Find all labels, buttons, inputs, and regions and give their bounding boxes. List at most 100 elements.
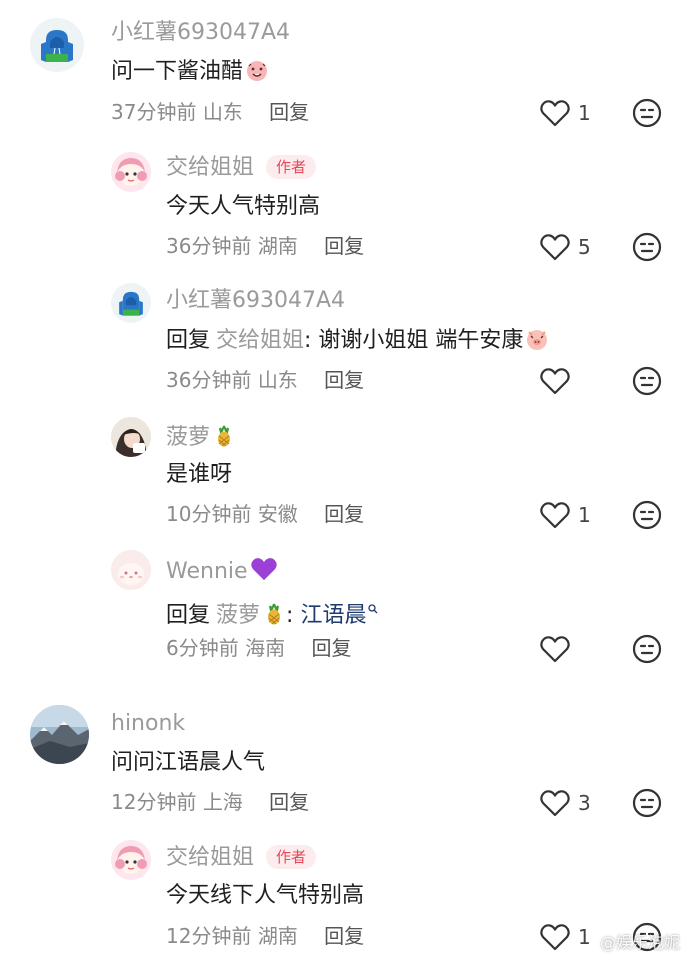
reply-button[interactable]: 回复 — [269, 790, 309, 814]
neutral-face-icon[interactable] — [632, 98, 662, 128]
reply-target-name[interactable]: 菠萝 — [216, 603, 260, 628]
author-badge: 作者 — [266, 155, 317, 179]
reply-button[interactable]: 回复 — [324, 502, 364, 526]
comment-author-name: 交给姐姐 作者 — [166, 155, 317, 181]
crying-laughing-emoji-icon — [245, 58, 269, 82]
comment-5: Wennie 回复 菠萝 : 江语晨 6分钟前 海南 回复 — [0, 537, 690, 687]
comment-location: 上海 — [202, 790, 243, 814]
reply-target-name[interactable]: 交给姐姐 — [216, 328, 304, 353]
comment-1: 小红薯693047A4 问一下酱油醋 37分钟前 山东 回复 1 — [0, 0, 690, 135]
comment-location: 山东 — [257, 368, 298, 392]
like-button[interactable]: 1 — [540, 98, 591, 128]
like-count: 5 — [578, 235, 591, 259]
author-badge: 作者 — [266, 845, 317, 869]
like-button[interactable]: 1 — [540, 922, 591, 952]
comment-6: hinonk 问问江语晨人气 12分钟前 上海 回复 3 — [0, 687, 690, 825]
comment-location: 安徽 — [257, 502, 298, 526]
comment-text: 问一下酱油醋 — [111, 58, 269, 86]
anime-girl-avatar-icon[interactable] — [111, 840, 151, 880]
comment-author-name[interactable]: 小红薯693047A4 — [166, 288, 345, 314]
purple-heart-emoji-icon — [250, 556, 278, 582]
comment-2: 交给姐姐 作者 今天人气特别高 36分钟前 湖南 回复 5 — [0, 135, 690, 270]
heart-outline-icon — [540, 636, 570, 663]
comment-author-name: 菠萝 — [166, 424, 236, 451]
comment-author-name: Wennie — [166, 556, 278, 585]
comment-text: 回复 菠萝 : 江语晨 — [166, 594, 378, 630]
anime-girl-avatar-icon[interactable] — [111, 152, 151, 192]
heart-outline-icon — [540, 790, 570, 817]
neutral-face-icon[interactable] — [632, 788, 662, 818]
weibo-watermark: @娱乐泡妮 — [599, 933, 680, 952]
comment-text: 今天线下人气特别高 — [166, 883, 365, 908]
comment-7: 交给姐姐 作者 今天线下人气特别高 12分钟前 湖南 回复 1 — [0, 825, 690, 963]
comment-time: 36分钟前 — [166, 368, 252, 392]
comment-meta: 10分钟前 安徽 回复 — [166, 502, 364, 526]
like-count: 1 — [578, 925, 591, 949]
comment-location: 山东 — [202, 100, 243, 124]
comment-meta: 36分钟前 湖南 回复 — [166, 234, 364, 258]
mountain-photo-avatar-icon[interactable] — [30, 705, 89, 764]
comment-time: 12分钟前 — [166, 924, 252, 948]
author-name-text[interactable]: 交给姐姐 — [166, 155, 254, 180]
comment-location: 湖南 — [257, 924, 298, 948]
comment-3: 小红薯693047A4 回复 交给姐姐: 谢谢小姐姐 端午安康 36分钟前 山东 … — [0, 270, 690, 403]
pineapple-emoji-icon — [212, 424, 236, 448]
author-name-text[interactable]: Wennie — [166, 559, 248, 584]
comment-text-content: 问一下酱油醋 — [111, 59, 244, 84]
like-button[interactable] — [540, 634, 578, 664]
heart-outline-icon — [540, 368, 570, 395]
comment-time: 10分钟前 — [166, 502, 252, 526]
comment-meta: 36分钟前 山东 回复 — [166, 368, 364, 392]
like-count: 3 — [578, 791, 591, 815]
comment-time: 6分钟前 — [166, 636, 239, 660]
comment-text-content: : 谢谢小姐姐 端午安康 — [304, 328, 524, 353]
author-name-text[interactable]: 交给姐姐 — [166, 845, 254, 870]
like-button[interactable] — [540, 366, 578, 396]
reply-button[interactable]: 回复 — [269, 100, 309, 124]
reply-button[interactable]: 回复 — [324, 234, 364, 258]
girl-photo-avatar-icon[interactable] — [111, 417, 151, 457]
heart-outline-icon — [540, 100, 570, 127]
heart-outline-icon — [540, 502, 570, 529]
comment-text: 今天人气特别高 — [166, 194, 321, 219]
reply-prefix: 回复 — [166, 328, 211, 353]
reply-button[interactable]: 回复 — [324, 368, 364, 392]
comment-time: 36分钟前 — [166, 234, 252, 258]
comment-time: 37分钟前 — [111, 100, 197, 124]
neutral-face-icon[interactable] — [632, 366, 662, 396]
comment-meta: 12分钟前 湖南 回复 — [166, 924, 364, 948]
neutral-face-icon[interactable] — [632, 500, 662, 530]
comment-author-name[interactable]: 小红薯693047A4 — [111, 20, 290, 46]
comment-location: 海南 — [245, 636, 286, 660]
cute-character-avatar-icon[interactable] — [111, 550, 151, 590]
like-button[interactable]: 5 — [540, 232, 591, 262]
heart-outline-icon — [540, 924, 570, 951]
mention-link[interactable]: 江语晨 — [300, 603, 366, 628]
like-count: 1 — [578, 503, 591, 527]
comment-text: 回复 交给姐姐: 谢谢小姐姐 端午安康 — [166, 327, 549, 355]
comment-location: 湖南 — [257, 234, 298, 258]
comment-text: 问问江语晨人气 — [111, 750, 266, 775]
like-count: 1 — [578, 101, 591, 125]
reply-button[interactable]: 回复 — [324, 924, 364, 948]
neutral-face-icon[interactable] — [632, 634, 662, 664]
pineapple-emoji-icon — [262, 602, 286, 626]
search-icon[interactable] — [368, 594, 378, 622]
hoodie-avatar-icon[interactable] — [30, 18, 84, 72]
reply-button[interactable]: 回复 — [311, 636, 351, 660]
comment-meta: 37分钟前 山东 回复 — [111, 100, 309, 124]
comment-author-name: 交给姐姐 作者 — [166, 845, 317, 871]
hoodie-avatar-icon[interactable] — [111, 283, 151, 323]
heart-outline-icon — [540, 234, 570, 261]
like-button[interactable]: 1 — [540, 500, 591, 530]
comment-text-separator: : — [286, 603, 301, 628]
neutral-face-icon[interactable] — [632, 232, 662, 262]
like-button[interactable]: 3 — [540, 788, 591, 818]
comment-author-name[interactable]: hinonk — [111, 711, 185, 737]
comment-text: 是谁呀 — [166, 462, 233, 487]
pig-emoji-icon — [525, 327, 549, 351]
comment-time: 12分钟前 — [111, 790, 197, 814]
reply-prefix: 回复 — [166, 603, 211, 628]
author-name-text[interactable]: 菠萝 — [166, 425, 210, 450]
comment-meta: 12分钟前 上海 回复 — [111, 790, 309, 814]
